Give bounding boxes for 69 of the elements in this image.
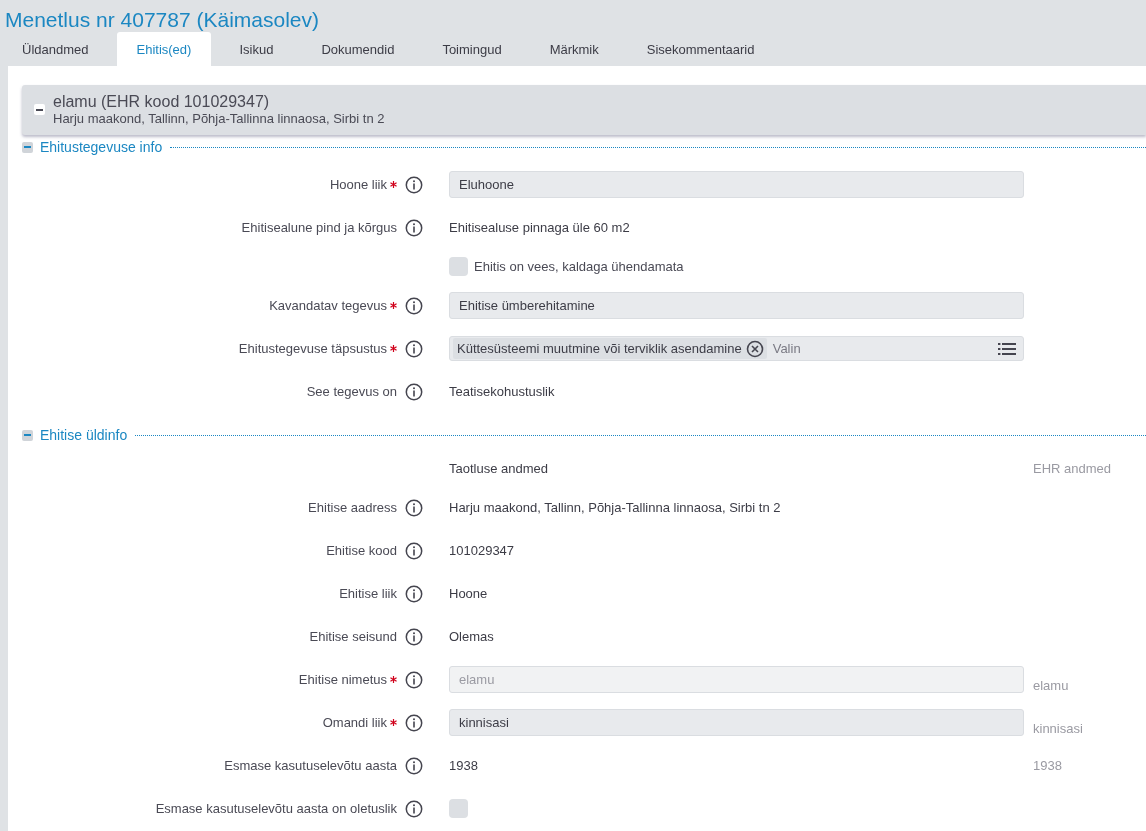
field-label: Ehitise nimetus (298, 672, 405, 687)
field-label: Ehitisealune pind ja kõrgus (241, 220, 398, 235)
select-field[interactable]: Eluhoone (449, 171, 1024, 198)
info-icon[interactable] (405, 799, 423, 818)
column-heading: Taotluse andmed (449, 461, 549, 476)
field-value: Olemas (449, 629, 495, 644)
info-icon[interactable] (405, 382, 423, 401)
tab[interactable]: Isikud (219, 32, 294, 66)
field-label: Ehitise kood (326, 543, 398, 558)
info-icon[interactable] (405, 627, 423, 646)
required-icon (390, 181, 397, 188)
info-icon[interactable] (405, 756, 423, 775)
select-field[interactable]: Ehitise ümberehitamine (449, 292, 1024, 319)
field-label: Esmase kasutuselevõtu aasta (224, 758, 398, 773)
field-label: Ehitustegevuse täpsustus (238, 341, 405, 356)
ehr-value: 1938 (1033, 758, 1063, 773)
input-field[interactable]: kinnisasi (449, 709, 1024, 736)
field-label: See tegevus on (306, 384, 398, 399)
info-icon[interactable] (405, 218, 423, 237)
list-icon[interactable] (998, 341, 1016, 356)
info-icon[interactable] (405, 670, 423, 689)
column-heading: EHR andmed (1033, 461, 1113, 476)
field-label: Esmase kasutuselevõtu aasta on oletuslik (155, 801, 398, 816)
tab[interactable]: Üldandmed (2, 32, 109, 66)
info-icon[interactable] (405, 296, 423, 315)
collapse-button[interactable] (22, 141, 33, 153)
ehr-value: kinnisasi (1033, 721, 1084, 738)
checkbox[interactable] (449, 257, 468, 276)
page-title: Menetlus nr 407787 (Käimasolev) (4, 7, 319, 32)
tab[interactable]: Märkmik (529, 32, 619, 66)
required-icon (390, 302, 397, 309)
tab[interactable]: Ehitis(ed) (116, 32, 212, 66)
tab[interactable]: Toimingud (422, 32, 522, 66)
field-value: 1938 (449, 758, 479, 773)
field-label: Ehitise seisund (309, 629, 398, 644)
field-label: Kavandatav tegevus (269, 298, 405, 313)
info-icon[interactable] (405, 713, 423, 732)
section-title: Ehitise üldinfo (40, 427, 128, 443)
info-icon[interactable] (405, 339, 423, 358)
required-icon (390, 345, 397, 352)
field-label: Ehitise liik (339, 586, 398, 601)
field-label: Omandi liik (322, 715, 405, 730)
multiselect-field[interactable]: Küttesüsteemi muutmine või terviklik asendamine Valin (449, 336, 1024, 361)
info-icon[interactable] (405, 498, 423, 517)
info-icon[interactable] (405, 175, 423, 194)
section-title: Ehitustegevuse info (40, 139, 163, 155)
collapse-button[interactable] (34, 104, 45, 115)
remove-icon[interactable] (745, 339, 764, 358)
placeholder-text: Valin (772, 341, 802, 356)
selected-tag: Küttesüsteemi muutmine või terviklik asendamine (453, 338, 767, 359)
field-value: Ehitisealuse pinnaga üle 60 m2 (449, 220, 631, 235)
structure-address: Harju maakond, Tallinn, Põhja-Tallinna linnaosa, Sirbi tn 2 (53, 111, 385, 126)
required-icon (390, 676, 397, 683)
structure-title: elamu (EHR kood 101029347) (53, 93, 271, 111)
checkbox-label: Ehitis on vees, kaldaga ühendamata (474, 259, 684, 274)
info-icon[interactable] (405, 584, 423, 603)
field-value: Harju maakond, Tallinn, Põhja-Tallinna linnaosa, Sirbi tn 2 (449, 500, 782, 515)
field-value: Hoone (449, 586, 489, 601)
checkbox[interactable] (449, 799, 468, 818)
field-label: Hoone liik (329, 177, 405, 192)
info-icon[interactable] (405, 541, 423, 560)
field-value: 101029347 (449, 543, 516, 558)
collapse-button[interactable] (22, 429, 33, 441)
tab[interactable]: Dokumendid (301, 32, 415, 66)
tab[interactable]: Sisekommentaarid (626, 32, 775, 66)
required-icon (390, 719, 397, 726)
field-label: Ehitise aadress (308, 500, 398, 515)
ehr-value: elamu (1033, 678, 1070, 695)
field-value: Teatisekohustuslik (449, 384, 556, 399)
